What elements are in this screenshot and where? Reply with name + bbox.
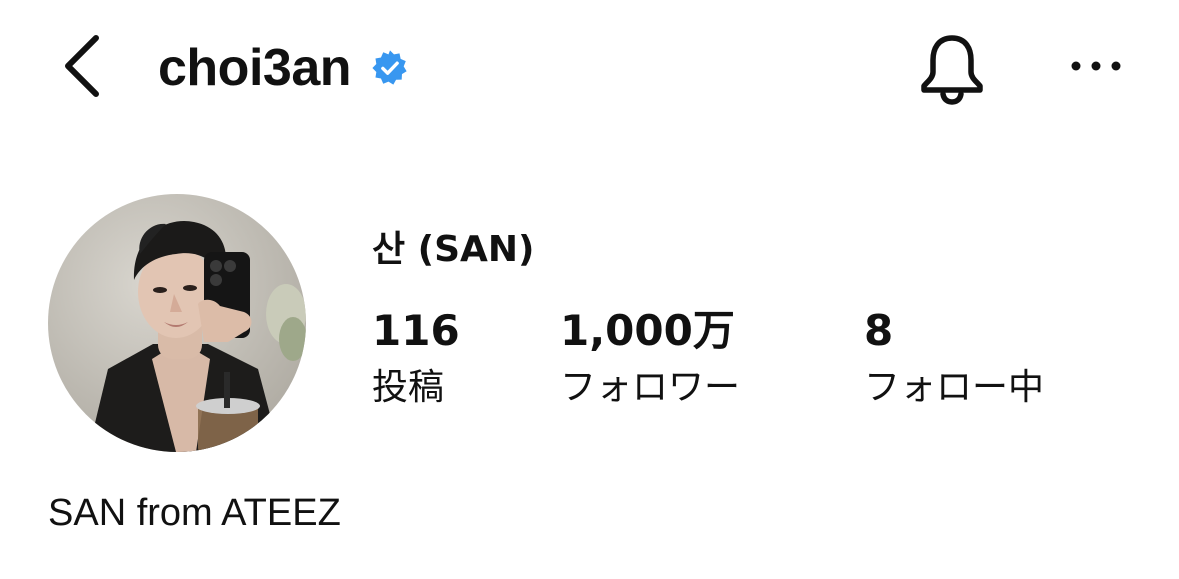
following-stat[interactable]: 8 フォロー中 [864,306,1044,410]
display-name: 산 (SAN) [372,229,535,270]
username: choi3an [158,39,352,97]
following-label: フォロー中 [864,367,1045,408]
verified-badge-icon [372,50,407,85]
more-horizontal-icon [1071,61,1121,71]
back-button[interactable] [52,30,116,102]
top-bar: choi3an [0,0,1179,135]
more-options-button[interactable] [1066,44,1126,88]
profile-bio: SAN from ATEEZ [48,492,341,534]
username-container: choi3an [158,38,409,98]
posts-stat[interactable]: 116 投稿 [372,306,460,410]
followers-label: フォロワー [560,367,741,408]
notifications-button[interactable] [914,30,990,106]
following-count: 8 [864,306,894,355]
profile-avatar[interactable] [48,194,306,452]
bell-icon [921,35,983,105]
posts-count: 116 [372,306,460,355]
chevron-left-icon [65,35,99,97]
avatar-photo [48,194,306,452]
followers-stat[interactable]: 1,000万 フォロワー [560,306,740,410]
posts-label: 投稿 [372,367,445,408]
followers-count: 1,000万 [560,306,735,355]
